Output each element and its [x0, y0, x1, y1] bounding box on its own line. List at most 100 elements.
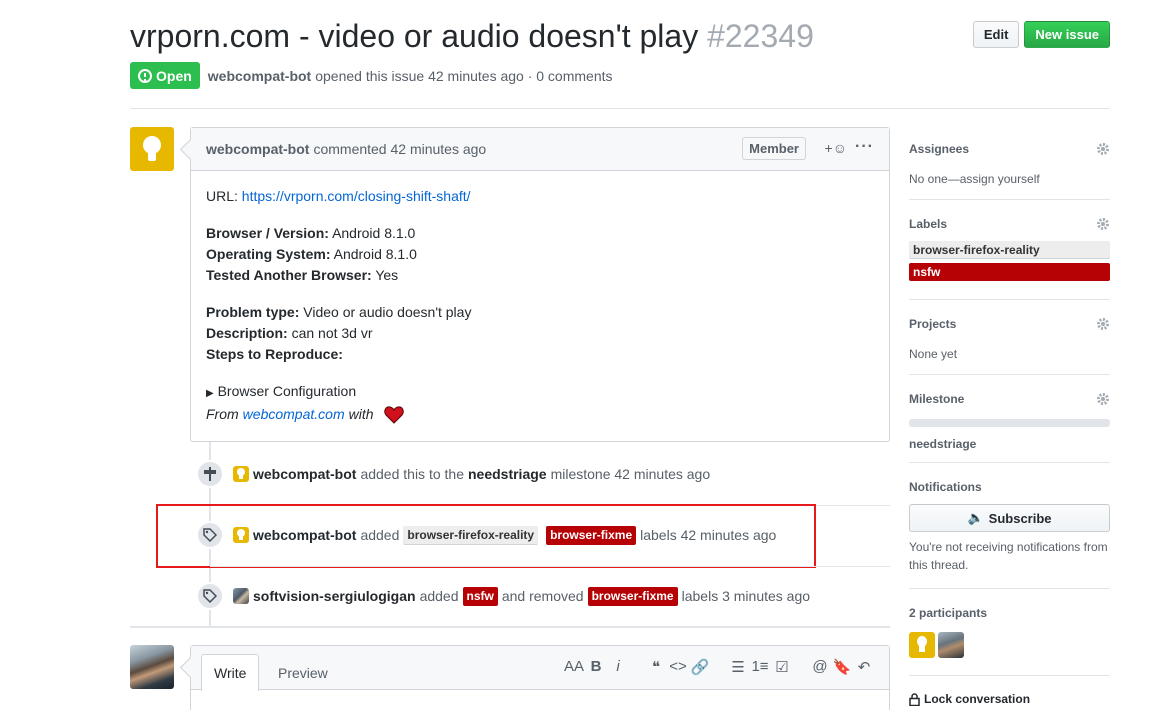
saved-reply-icon[interactable]: 🔖 — [831, 658, 853, 676]
assignees-title: Assignees — [909, 142, 970, 156]
comment-author-link[interactable]: webcompat-bot — [206, 141, 309, 157]
lock-section: Lock conversation — [909, 692, 1110, 706]
problem-label: Problem type: — [206, 304, 300, 320]
notifications-title: Notifications — [909, 480, 982, 494]
sidebar-divider — [909, 675, 1110, 676]
member-badge: Member — [742, 137, 806, 160]
lightbulb-icon — [143, 136, 161, 162]
state-badge: Open — [130, 62, 200, 89]
sidebar-divider — [909, 462, 1110, 463]
issue-title-text: vrporn.com - video or audio doesn't play — [130, 18, 699, 54]
gear-icon[interactable] — [1096, 217, 1110, 231]
more-options-icon[interactable]: ··· — [855, 138, 874, 156]
new-issue-button[interactable]: New issue — [1024, 21, 1110, 48]
mention-icon[interactable]: @ — [809, 658, 831, 676]
issue-meta-text: opened this issue 42 minutes ago · 0 com… — [315, 67, 613, 84]
bulleted-list-icon[interactable]: ☰ — [727, 658, 749, 676]
current-user-avatar[interactable] — [130, 645, 174, 689]
participant-avatar[interactable] — [909, 632, 935, 658]
timeline-end — [130, 626, 890, 628]
participant-avatar[interactable] — [938, 632, 964, 658]
comment-body: URL: https://vrporn.com/closing-shift-sh… — [191, 171, 889, 440]
reply-icon[interactable]: ↶ — [853, 658, 875, 676]
labels-section: Labels browser-firefox-reality nsfw — [909, 217, 1110, 281]
browser-info: Browser / Version: Android 8.1.0 Operati… — [206, 223, 874, 286]
markdown-toolbar: AA B i ❝ <> 🔗 ☰ 1≡ ☑ @ 🔖 ↶ — [563, 658, 875, 676]
projects-title: Projects — [909, 317, 957, 331]
bold-icon[interactable]: B — [585, 658, 607, 676]
milestone-icon — [196, 460, 224, 488]
issue-author-link[interactable]: webcompat-bot — [208, 68, 311, 84]
numbered-list-icon[interactable]: 1≡ — [749, 658, 771, 676]
url-line: URL: https://vrporn.com/closing-shift-sh… — [206, 186, 874, 207]
projects-section: Projects None yet — [909, 317, 1110, 363]
assignees-section: Assignees No one—assign yourself — [909, 142, 1110, 188]
tested-label: Tested Another Browser: — [206, 267, 372, 283]
link-icon[interactable]: 🔗 — [689, 658, 711, 676]
timeline-event-milestone: webcompat-bot added this to the needstri… — [196, 460, 710, 488]
header-actions: Edit New issue — [972, 21, 1110, 48]
label-badge[interactable]: browser-fixme — [587, 586, 678, 606]
bot-mini-avatar[interactable] — [233, 466, 249, 482]
highlight-box — [156, 504, 816, 568]
sidebar-divider — [909, 299, 1110, 300]
notifications-section: Notifications 🔈 Subscribe You're not rec… — [909, 480, 1110, 574]
event-text: milestone 42 minutes ago — [550, 466, 711, 482]
issue-opened-icon — [138, 68, 152, 83]
event-author-link[interactable]: webcompat-bot — [253, 466, 356, 482]
sidebar-divider — [909, 199, 1110, 200]
labels-list: browser-firefox-reality nsfw — [909, 241, 1110, 281]
edit-button[interactable]: Edit — [972, 21, 1020, 48]
comment-timestamp[interactable]: commented 42 minutes ago — [313, 141, 486, 157]
comment-header: webcompat-bot commented 42 minutes ago M… — [191, 128, 889, 171]
timeline-divider — [210, 566, 890, 567]
gear-icon[interactable] — [1096, 392, 1110, 406]
event-text: added — [419, 588, 459, 604]
sidebar-label[interactable]: nsfw — [909, 263, 1110, 281]
participants-title: 2 participants — [909, 606, 988, 620]
webcompat-link[interactable]: webcompat.com — [243, 404, 345, 425]
disclosure-triangle-icon[interactable]: ▶ — [206, 388, 214, 399]
projects-value: None yet — [909, 347, 958, 361]
browser-label: Browser / Version: — [206, 225, 329, 241]
description-label: Description: — [206, 325, 288, 341]
speaker-icon: 🔈 — [967, 510, 984, 525]
milestone-link[interactable]: needstriage — [468, 466, 547, 482]
gear-icon[interactable] — [1096, 142, 1110, 156]
label-badge[interactable]: nsfw — [462, 586, 498, 606]
add-reaction-icon[interactable]: +☺ — [825, 140, 847, 156]
details-summary[interactable]: Browser Configuration — [218, 383, 357, 399]
lock-conversation-link[interactable]: Lock conversation — [909, 692, 1110, 706]
assignees-value[interactable]: No one—assign yourself — [909, 170, 1110, 188]
issue-title: vrporn.com - video or audio doesn't play… — [130, 18, 814, 55]
italic-icon[interactable]: i — [607, 658, 629, 676]
code-icon[interactable]: <> — [667, 658, 689, 676]
tested-value: Yes — [375, 267, 399, 283]
lock-label: Lock conversation — [924, 692, 1031, 706]
issue-url-link[interactable]: https://vrporn.com/closing-shift-shaft/ — [242, 188, 471, 204]
quote-icon[interactable]: ❝ — [645, 658, 667, 676]
milestone-progress — [909, 419, 1110, 427]
subscribe-button[interactable]: 🔈 Subscribe — [909, 504, 1110, 532]
browser-config-details[interactable]: ▶ Browser Configuration — [206, 381, 874, 404]
user-mini-avatar[interactable] — [233, 588, 249, 604]
event-text: and removed — [501, 588, 584, 604]
sidebar-label[interactable]: browser-firefox-reality — [909, 241, 1110, 259]
event-author-link[interactable]: softvision-sergiulogigan — [253, 588, 416, 604]
tab-preview[interactable]: Preview — [266, 654, 340, 691]
state-label: Open — [156, 67, 192, 84]
tag-icon — [196, 582, 224, 610]
gear-icon[interactable] — [1096, 317, 1110, 331]
header-text-icon[interactable]: AA — [563, 658, 585, 676]
bot-avatar[interactable] — [130, 127, 174, 171]
problem-value: Video or audio doesn't play — [303, 304, 472, 320]
os-value: Android 8.1.0 — [333, 246, 417, 262]
os-label: Operating System: — [206, 246, 331, 262]
steps-label: Steps to Reproduce: — [206, 346, 343, 362]
milestone-value[interactable]: needstriage — [909, 435, 1110, 453]
editor-header: Write Preview AA B i ❝ <> 🔗 ☰ 1≡ ☑ @ 🔖 ↶ — [191, 646, 889, 691]
tab-write[interactable]: Write — [201, 654, 260, 691]
from-line: From webcompat.com with — [206, 404, 874, 425]
notifications-text: You're not receiving notifications from … — [909, 540, 1108, 572]
task-list-icon[interactable]: ☑ — [771, 658, 793, 676]
